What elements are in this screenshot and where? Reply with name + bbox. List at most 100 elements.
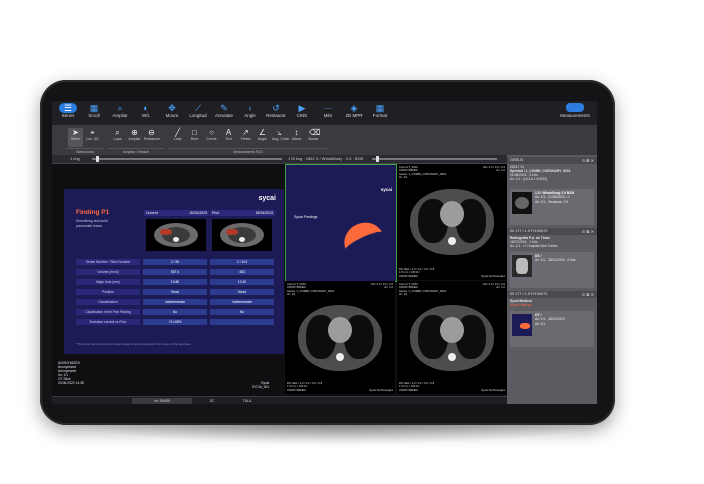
series-button[interactable]: ☰ Sèries bbox=[56, 102, 80, 124]
reset-zoom-icon: ⊖ bbox=[148, 128, 155, 137]
arrow-tool[interactable]: ↗ Fletxa bbox=[238, 128, 253, 147]
crosshair-icon: ⌖ bbox=[90, 128, 95, 137]
line-tool[interactable]: ╱ Línia bbox=[170, 128, 185, 147]
series-card[interactable]: OT / Ax: 1/1 - 18/11/2019 Ax: 1/1 bbox=[510, 311, 594, 347]
sc-label[interactable]: SC bbox=[197, 398, 227, 404]
ct-viewport-bottom-right[interactable]: Anon.CT_0001 ANONYMIZED Series: 1_COMBI_CO… bbox=[397, 281, 507, 394]
reset-zoom-tool[interactable]: ⊖ Restaurar bbox=[144, 128, 160, 147]
group-roi: Mesuraments ROI bbox=[168, 148, 328, 155]
report-footnote: * The Sycai report presents the data rel… bbox=[76, 342, 192, 346]
ct-overlay-tl: Anon.CT_0001 ANONYMIZED Series: 1_COMBI_CO… bbox=[287, 282, 335, 297]
left-frame-slider[interactable] bbox=[92, 158, 282, 160]
contrast-icon: ◐ bbox=[143, 103, 149, 113]
annotate-icon: ✎ bbox=[220, 103, 228, 113]
bottom-status-bar: Im: 35/455 SC TÀLA bbox=[52, 396, 507, 404]
locator-3d-tool[interactable]: ⌖ Loc. 3D bbox=[85, 128, 100, 147]
report-viewport[interactable]: sycai Finding P1 Smoothing and solid pan… bbox=[64, 189, 284, 354]
tools-toolbar: ➤ Selec ⌖ Loc. 3D ⌕ Lupa ⊕ Ampliar ⊖ Restaura… bbox=[52, 125, 597, 155]
series-thumbnail bbox=[512, 192, 532, 214]
more-icon: ⋯ bbox=[323, 103, 333, 113]
eraser-tool[interactable]: ⌫ Borrar bbox=[306, 128, 321, 147]
slide-graphic bbox=[338, 216, 390, 266]
panel-controls-icon: ⊙ ⊠ ✕ bbox=[581, 158, 594, 163]
select-tool[interactable]: ➤ Selec bbox=[68, 128, 83, 147]
zoom-icon: ⌕ bbox=[117, 103, 123, 113]
ct-overlay-br: Sycai Technologies bbox=[481, 273, 505, 278]
grid-icon: ▦ bbox=[89, 103, 99, 113]
study-2-info[interactable]: Radiografia P.A. de Tòrax 18/07/2024 - 1… bbox=[510, 236, 557, 248]
move-button[interactable]: ✥ Moure bbox=[160, 102, 184, 124]
text-tool[interactable]: A Text bbox=[221, 128, 236, 147]
zoom-tool[interactable]: ⊕ Ampliar bbox=[127, 128, 142, 147]
length-button[interactable]: ⟋ Longitud bbox=[186, 102, 210, 124]
right-frame-knob[interactable] bbox=[376, 156, 379, 162]
ct-overlay-tl: Anon.CT_0001 ANONYMIZED Series: 1_COMBI_CO… bbox=[399, 165, 447, 180]
magnifier-tool[interactable]: ⌕ Lupa bbox=[110, 128, 125, 147]
ct-chest-image bbox=[410, 304, 494, 371]
scroll-button[interactable]: ▦ Scroll bbox=[82, 102, 106, 124]
ct-viewport-bottom-left[interactable]: Anon.CT_0001 ANONYMIZED Series: 1_COMBI_CO… bbox=[285, 281, 395, 394]
circle-icon: ○ bbox=[209, 128, 214, 137]
sycai-logo: sycai bbox=[258, 195, 276, 202]
zoom-button[interactable]: ⌕ Ampliar bbox=[108, 102, 132, 124]
ct-overlay-bl: DS: Bas / 1.0 / 0.2 / 3.0 / 0.8 1.5 mm / … bbox=[287, 380, 323, 392]
sycai-slide-viewport[interactable]: sycai Sycai Findings bbox=[285, 164, 397, 282]
ct-overlay-tr: W:L 2.0 / 0.0 / 2.0 Ax: 1.0 bbox=[371, 282, 393, 290]
studies-side-panel: GRELB ⊙ ⊠ ✕ 2024 / 14 Spectral / 1_COMBI_C… bbox=[507, 155, 597, 404]
ct-chest-image bbox=[410, 189, 494, 255]
restore-button[interactable]: ↺ Restaurar bbox=[264, 102, 288, 124]
move-icon: ✥ bbox=[168, 103, 176, 113]
ct-overlay-br: Sycai Technologies bbox=[481, 387, 505, 392]
left-frame-knob[interactable] bbox=[96, 156, 99, 162]
series-card[interactable]: DX / Ax: 1/1 - 18/11/2019 - 0 foto bbox=[510, 252, 594, 288]
annotate-button[interactable]: ✎ Annotate bbox=[212, 102, 236, 124]
rect-icon: □ bbox=[192, 128, 197, 137]
angle-button[interactable]: ‹ Angle bbox=[238, 102, 262, 124]
measurements-button[interactable]: Measurements bbox=[557, 102, 593, 124]
finding-title: Finding P1 bbox=[76, 209, 110, 216]
slide-title: Sycai Findings bbox=[294, 215, 318, 219]
main-toolbar: ☰ Sèries ▦ Scroll ⌕ Ampliar ◐ W/L ✥ Moure ⟋ Lo… bbox=[52, 101, 597, 126]
current-header: Current bbox=[144, 210, 182, 216]
cobb-angle-tool[interactable]: ⦣ Ang. Cobb bbox=[272, 128, 289, 147]
right-frame-slider[interactable] bbox=[372, 158, 497, 160]
ct-overlay-bl: DS: Bas / 1.0 / 0.2 / 3.0 / 0.8 1.5 mm / … bbox=[399, 266, 435, 278]
prior-date: 18/04/2023 bbox=[247, 210, 275, 216]
group-zoom: Ampliar / Reduir bbox=[108, 148, 164, 155]
arrow-icon: ↗ bbox=[242, 128, 249, 137]
mpr-button[interactable]: ◈ 2D MPR bbox=[342, 102, 366, 124]
angle-tool[interactable]: ∠ Angle bbox=[255, 128, 270, 147]
rect-tool[interactable]: □ Rect bbox=[187, 128, 202, 147]
ct-overlay-tr: W:L 2.0 / 0.0 / 2.0 Ax: 1.0 bbox=[483, 282, 505, 290]
format-button[interactable]: ▦ Format bbox=[368, 102, 392, 124]
panel-section-header: 00 177 / 1.5 P/190072 ⊙ ⊠ ✕ bbox=[507, 291, 597, 298]
height-tool[interactable]: ↕ Altura bbox=[289, 128, 304, 147]
slide-sycai-logo: sycai bbox=[380, 187, 392, 192]
cine-button[interactable]: ▶ CINE bbox=[290, 102, 314, 124]
panel-section-header: GRELB ⊙ ⊠ ✕ bbox=[507, 157, 597, 164]
panel-controls-icon: ⊙ ⊠ ✕ bbox=[581, 292, 594, 297]
series-card[interactable]: 1.5 / WholeBody 2.0 B20f Ax: 1/1 - 21/06/… bbox=[510, 189, 594, 225]
left-viewport-count: 1 img bbox=[70, 156, 80, 161]
ruler-icon: ⟋ bbox=[194, 103, 202, 113]
eraser-icon: ⌫ bbox=[309, 128, 321, 137]
ct-overlay-bl: DS: Bas / 1.0 / 0.2 / 3.0 / 0.8 1.5 mm / … bbox=[399, 380, 435, 392]
cube-icon: ◈ bbox=[350, 103, 358, 113]
xray-thumbnail bbox=[512, 255, 532, 277]
circle-tool[interactable]: ○ Cercle bbox=[204, 128, 219, 147]
tala-label[interactable]: TÀLA bbox=[232, 398, 262, 404]
study-3-info[interactable]: Sycai Medical Sycai Findings bbox=[510, 299, 532, 307]
magnifier-icon: ⌕ bbox=[115, 128, 120, 137]
ct-viewport-top-right[interactable]: Anon.CT_0001 ANONYMIZED Series: 1_COMBI_CO… bbox=[397, 164, 507, 280]
more-button[interactable]: ⋯ Més bbox=[316, 102, 340, 124]
restore-icon: ↺ bbox=[272, 103, 280, 113]
current-ct-thumbnail bbox=[146, 219, 206, 251]
ct-chest-image bbox=[298, 304, 382, 371]
window-level-button[interactable]: ◐ W/L bbox=[134, 102, 158, 124]
viewport-strip: 1 img 178 img · 1861 S / WholeBody · 2.0… bbox=[52, 155, 507, 164]
study-1-info[interactable]: 2024 / 14 Spectral / 1_COMBI_CORONARY_000… bbox=[510, 165, 571, 181]
cobb-icon: ⦣ bbox=[277, 128, 282, 137]
right-viewport-info: 178 img · 1861 S / WholeBody · 2.0 · B20… bbox=[288, 156, 364, 161]
series-icon: ☰ bbox=[59, 103, 77, 113]
ct-overlay-tl: Anon.CT_0001 ANONYMIZED Series: 1_COMBI_CO… bbox=[399, 282, 447, 297]
